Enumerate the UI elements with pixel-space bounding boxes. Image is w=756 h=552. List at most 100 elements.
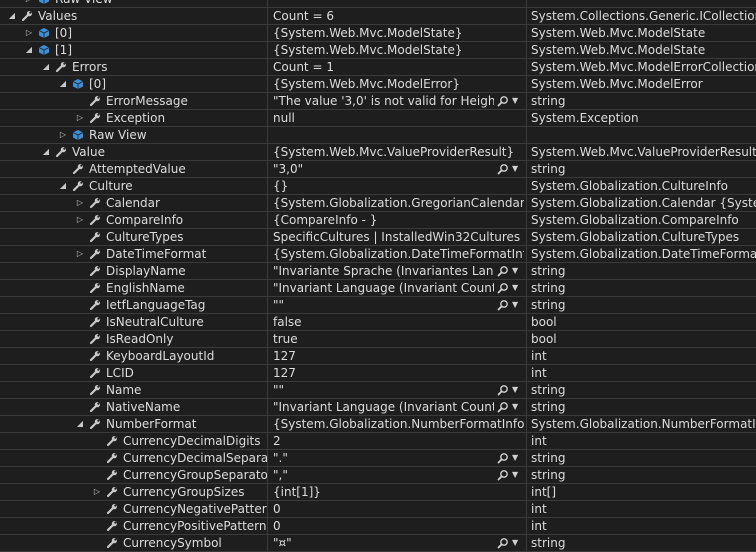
expanded-triangle-icon[interactable]: ◢ <box>58 76 68 92</box>
watch-row[interactable]: IetfLanguageTag "" ▼ string <box>0 297 756 314</box>
value-cell[interactable]: {System.Web.Mvc.ValueProviderResult} <box>268 144 527 160</box>
value-cell[interactable]: {CompareInfo - } <box>268 212 527 228</box>
watch-row[interactable]: LCID 127 int <box>0 365 756 382</box>
watch-row[interactable]: ▷ CompareInfo {CompareInfo - } System.Globa… <box>0 212 756 229</box>
variable-value: "The value '3,0' is not valid for Height… <box>273 94 494 108</box>
watch-row[interactable]: CurrencyPositivePattern 0 int <box>0 518 756 535</box>
value-cell[interactable]: SpecificCultures | InstalledWin32Culture… <box>268 229 527 245</box>
variable-name: Raw View <box>89 128 147 142</box>
variable-type <box>527 127 756 143</box>
watch-row[interactable]: AttemptedValue "3,0" ▼ string <box>0 161 756 178</box>
collapsed-triangle-icon[interactable]: ▷ <box>24 0 34 7</box>
watch-row[interactable]: ◢ Culture {} System.Globalization.CultureIn… <box>0 178 756 195</box>
value-cell[interactable]: Count = 6 <box>268 8 527 24</box>
value-cell[interactable]: {System.Web.Mvc.ModelError} <box>268 76 527 92</box>
value-cell[interactable]: "The value '3,0' is not valid for Height… <box>268 93 527 109</box>
value-cell[interactable]: 127 <box>268 348 527 364</box>
value-cell[interactable]: "¤" ▼ <box>268 535 527 551</box>
value-cell[interactable]: "." ▼ <box>268 450 527 466</box>
text-visualizer-button[interactable]: ▼ <box>497 382 523 398</box>
watch-row[interactable]: IsReadOnly true bool <box>0 331 756 348</box>
expanded-triangle-icon[interactable]: ◢ <box>41 59 51 75</box>
value-cell[interactable]: {System.Web.Mvc.ModelState} <box>268 42 527 58</box>
collapsed-triangle-icon[interactable]: ▷ <box>75 212 85 228</box>
collapsed-triangle-icon[interactable]: ▷ <box>92 484 102 500</box>
watch-row[interactable]: EnglishName "Invariant Language (Invarian… <box>0 280 756 297</box>
watch-row[interactable]: ◢ [1] {System.Web.Mvc.ModelState} System.We… <box>0 42 756 59</box>
value-cell[interactable]: true <box>268 331 527 347</box>
watch-row[interactable]: Name "" ▼ string <box>0 382 756 399</box>
expanded-triangle-icon[interactable]: ◢ <box>75 416 85 432</box>
variable-type: int <box>531 349 547 363</box>
value-cell[interactable]: 2 <box>268 433 527 449</box>
wrench-icon-graphic <box>106 470 117 481</box>
collapsed-triangle-icon[interactable]: ▷ <box>75 110 85 126</box>
collapsed-triangle-icon[interactable]: ▷ <box>24 25 34 41</box>
value-cell[interactable]: "Invariante Sprache (Invariantes Land)" ▼ <box>268 263 527 279</box>
collapsed-triangle-icon[interactable]: ▷ <box>75 246 85 262</box>
text-visualizer-button[interactable]: ▼ <box>497 467 523 483</box>
value-cell[interactable]: {System.Web.Mvc.ModelState} <box>268 25 527 41</box>
value-cell[interactable]: {System.Globalization.DateTimeFormatInfo… <box>268 246 527 262</box>
value-cell[interactable]: 0 <box>268 518 527 534</box>
watch-row[interactable]: DisplayName "Invariante Sprache (Invarian… <box>0 263 756 280</box>
expanded-triangle-icon[interactable]: ◢ <box>24 42 34 58</box>
watch-row[interactable]: ▷ Raw View <box>0 127 756 144</box>
expanded-triangle-icon[interactable]: ◢ <box>41 144 51 160</box>
variable-type: System.Web.Mvc.ModelState <box>531 43 706 57</box>
text-visualizer-button[interactable]: ▼ <box>497 280 523 296</box>
watch-row[interactable]: ▷ [0] {System.Web.Mvc.ModelState} System.We… <box>0 25 756 42</box>
value-cell[interactable]: "Invariant Language (Invariant Country)"… <box>268 399 527 415</box>
watch-row[interactable]: ▷ DateTimeFormat {System.Globalization.Dat… <box>0 246 756 263</box>
watch-row[interactable]: ◢ NumberFormat {System.Globalization.Numbe… <box>0 416 756 433</box>
watch-row[interactable]: CurrencyDecimalSeparator "." ▼ string <box>0 450 756 467</box>
text-visualizer-button[interactable]: ▼ <box>497 93 523 109</box>
watch-row[interactable]: IsNeutralCulture false bool <box>0 314 756 331</box>
collapsed-triangle-icon[interactable]: ▷ <box>58 127 68 143</box>
watch-row[interactable]: ▷ Calendar {System.Globalization.Gregorian… <box>0 195 756 212</box>
magnifier-icon <box>497 401 509 415</box>
value-cell[interactable]: "" ▼ <box>268 297 527 313</box>
watch-row[interactable]: NativeName "Invariant Language (Invariant… <box>0 399 756 416</box>
watch-row[interactable]: CurrencyDecimalDigits 2 int <box>0 433 756 450</box>
watch-row[interactable]: ▷ CurrencyGroupSizes {int[1]} int[] <box>0 484 756 501</box>
value-cell[interactable]: 0 <box>268 501 527 517</box>
watch-row[interactable]: ◢ Values Count = 6 System.Collections.Gener… <box>0 8 756 25</box>
text-visualizer-button[interactable]: ▼ <box>497 297 523 313</box>
value-cell[interactable] <box>268 127 527 143</box>
value-cell[interactable]: "Invariant Language (Invariant Country)"… <box>268 280 527 296</box>
value-cell[interactable]: "," ▼ <box>268 467 527 483</box>
value-cell[interactable]: {System.Globalization.GregorianCalendar} <box>268 195 527 211</box>
watch-row[interactable]: CurrencySymbol "¤" ▼ string <box>0 535 756 552</box>
watch-row[interactable]: ▷ Exception null System.Exception <box>0 110 756 127</box>
watch-row[interactable]: ▷ Raw View <box>0 0 756 8</box>
text-visualizer-button[interactable]: ▼ <box>497 399 523 415</box>
value-cell[interactable] <box>268 0 527 7</box>
watch-row[interactable]: ◢ Value {System.Web.Mvc.ValueProviderResul… <box>0 144 756 161</box>
value-cell[interactable]: {} <box>268 178 527 194</box>
value-cell[interactable]: null <box>268 110 527 126</box>
text-visualizer-button[interactable]: ▼ <box>497 535 523 551</box>
expanded-triangle-icon[interactable]: ◢ <box>7 8 17 24</box>
value-cell[interactable]: false <box>268 314 527 330</box>
watch-row[interactable]: CurrencyGroupSeparator "," ▼ string <box>0 467 756 484</box>
watch-row[interactable]: CurrencyNegativePattern 0 int <box>0 501 756 518</box>
watch-row[interactable]: CultureTypes SpecificCultures | Installed… <box>0 229 756 246</box>
watch-row[interactable]: KeyboardLayoutId 127 int <box>0 348 756 365</box>
value-cell[interactable]: "3,0" ▼ <box>268 161 527 177</box>
value-cell[interactable]: 127 <box>268 365 527 381</box>
value-cell[interactable]: {System.Globalization.NumberFormatInfo} <box>268 416 527 432</box>
watch-row[interactable]: ◢ Errors Count = 1 System.Web.Mvc.ModelErro… <box>0 59 756 76</box>
text-visualizer-button[interactable]: ▼ <box>497 263 523 279</box>
expanded-triangle-icon[interactable]: ◢ <box>58 178 68 194</box>
collapsed-triangle-icon[interactable]: ▷ <box>75 195 85 211</box>
value-cell[interactable]: Count = 1 <box>268 59 527 75</box>
value-cell[interactable]: "" ▼ <box>268 382 527 398</box>
watch-row[interactable]: ◢ [0] {System.Web.Mvc.ModelError} System.We… <box>0 76 756 93</box>
text-visualizer-button[interactable]: ▼ <box>497 450 523 466</box>
value-cell[interactable]: {int[1]} <box>268 484 527 500</box>
watch-row[interactable]: ErrorMessage "The value '3,0' is not vali… <box>0 93 756 110</box>
magnifier-icon <box>497 537 509 551</box>
text-visualizer-button[interactable]: ▼ <box>497 161 523 177</box>
variable-value: {System.Globalization.GregorianCalendar} <box>273 196 524 210</box>
